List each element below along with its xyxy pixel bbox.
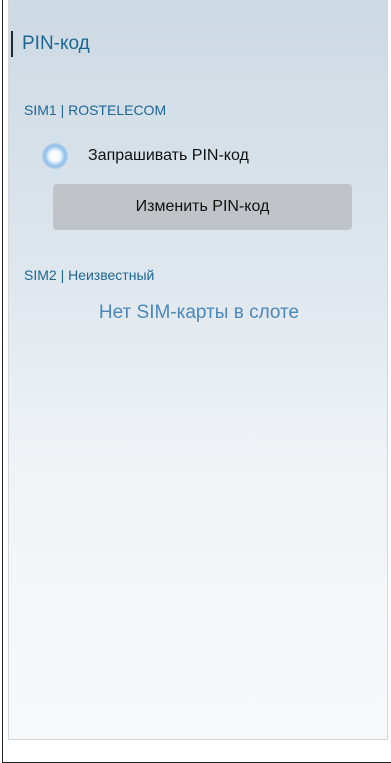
page-title: PIN-код [22,33,90,54]
pin-settings-screen: PIN-код SIM1 | ROSTELECOM Запрашивать PI… [8,0,388,740]
request-pin-label: Запрашивать PIN-код [88,147,249,164]
page-header: PIN-код [9,28,90,60]
sim2-section-heading: SIM2 | Неизвестный [24,267,155,283]
header-accent-bar [11,31,13,57]
sim2-status-text: Нет SIM-карты в слоте [98,302,300,323]
sim1-section-heading: SIM1 | ROSTELECOM [24,102,167,118]
change-pin-button[interactable]: Изменить PIN-код [53,184,352,230]
request-pin-toggle-indicator-icon[interactable] [42,143,68,169]
request-pin-toggle-row[interactable]: Запрашивать PIN-код [42,143,249,169]
